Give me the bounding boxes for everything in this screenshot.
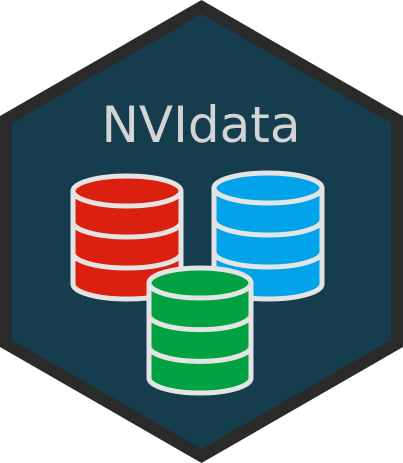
green-database-icon (146, 265, 254, 396)
logo-canvas: NVIdata (0, 0, 403, 463)
database-top (211, 170, 325, 206)
database-top (146, 265, 254, 301)
database-top (70, 173, 184, 209)
hex-sticker-logo: NVIdata (0, 0, 403, 463)
logo-title: NVIdata (102, 96, 301, 154)
